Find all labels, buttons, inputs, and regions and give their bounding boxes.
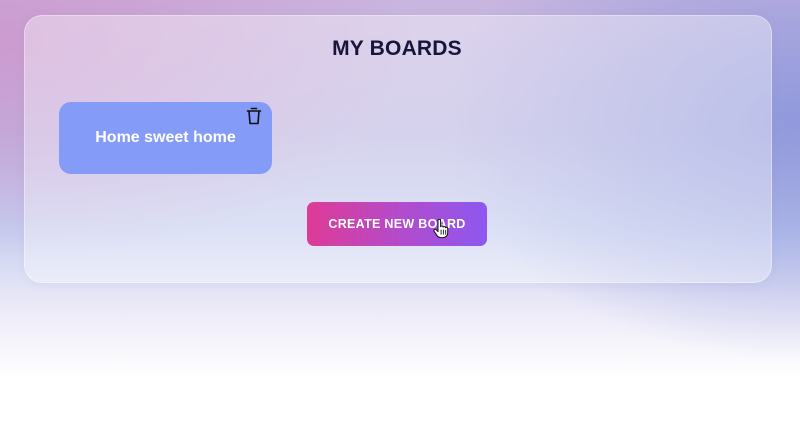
create-new-board-button[interactable]: CREATE NEW BOARD xyxy=(307,202,487,246)
board-name: Home sweet home xyxy=(95,129,236,146)
page-title: MY BOARDS xyxy=(332,37,462,60)
hand-cursor-icon xyxy=(433,219,449,239)
board-card-home-sweet-home[interactable]: Home sweet home xyxy=(59,102,272,174)
trash-icon[interactable] xyxy=(246,107,262,125)
